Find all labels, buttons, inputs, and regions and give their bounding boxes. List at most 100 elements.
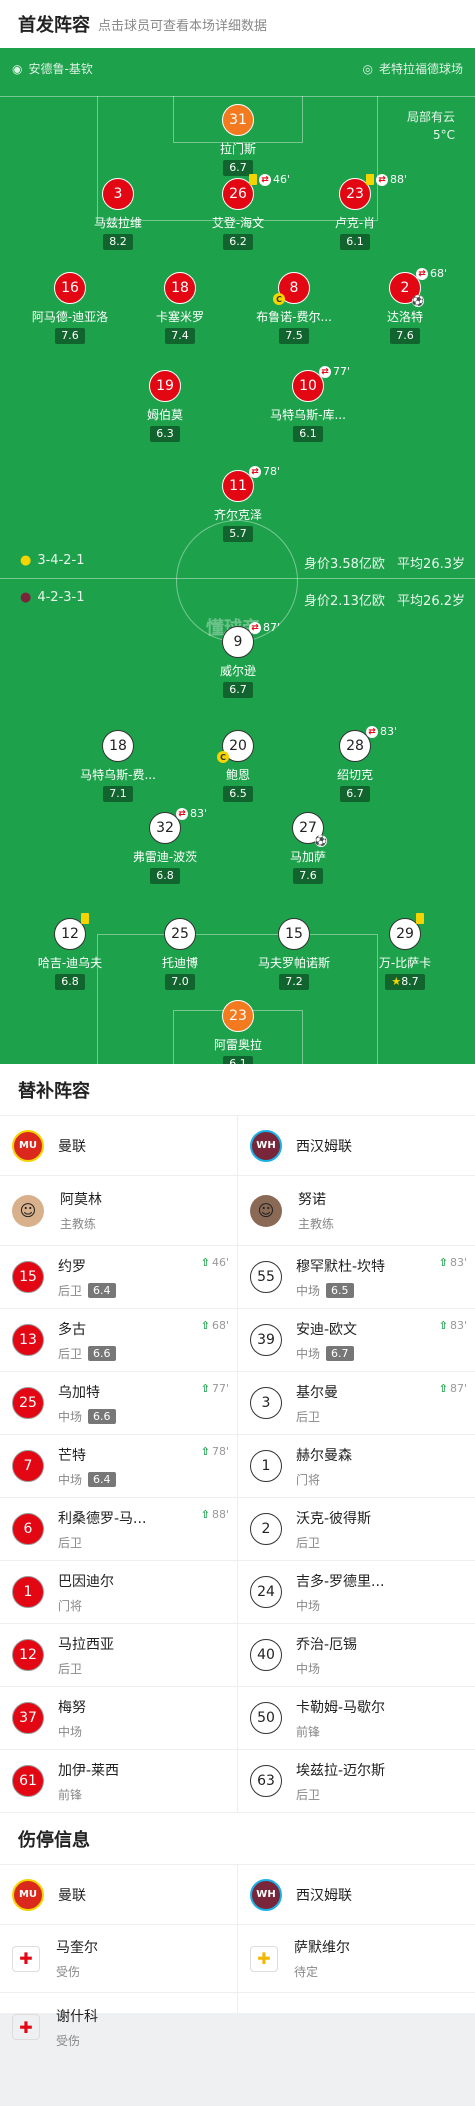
player-name: 阿马德-迪亚洛 (31, 310, 109, 324)
sub-player-row[interactable]: 40 乔治-厄锡 中场 (238, 1624, 475, 1687)
sub-player-row[interactable]: 6 利桑德罗-马... 后卫 ⇧ 88' (0, 1498, 237, 1561)
event-minute: 68' (430, 267, 448, 280)
player-name: 马夫罗帕诺斯 (257, 956, 330, 970)
player-number: 19 (149, 370, 181, 402)
player-name: 卢克-肖 (334, 216, 376, 230)
star-icon: ★ (391, 975, 402, 988)
player-name: 卡塞米罗 (155, 310, 204, 324)
away-team-row: WH 西汉姆联 (238, 1865, 475, 1925)
player-away-25[interactable]: 25 托迪博 7.0 (135, 918, 225, 990)
player-away-18[interactable]: 18 马特乌斯-费... 7.1 (73, 730, 163, 802)
sub-position: 中场 (296, 1346, 321, 1361)
player-home-11[interactable]: 11 ⇄ 78' 齐尔克泽 5.7 (193, 465, 283, 542)
player-home-31[interactable]: 31 拉门斯 6.7 (193, 104, 283, 176)
player-home-19[interactable]: 19 姆伯莫 6.3 (120, 370, 210, 442)
sub-name: 赫尔曼森 (296, 1447, 352, 1464)
sub-player-row[interactable]: 2 沃克-彼得斯 后卫 (238, 1498, 475, 1561)
coach-avatar: ☺ (12, 1194, 44, 1227)
player-number: 18 (102, 730, 134, 762)
player-home-10[interactable]: 10 ⇄ 77' 马特乌斯-库... 6.1 (263, 365, 353, 442)
sub-number: 1 (12, 1576, 44, 1608)
player-home-18[interactable]: 18 卡塞米罗 7.4 (135, 272, 225, 344)
sub-position: 后卫 (58, 1535, 83, 1550)
sub-rating: 6.5 (326, 1282, 354, 1298)
player-number: 10 (299, 378, 317, 394)
player-name: 马兹拉维 (93, 216, 142, 230)
sub-position: 中场 (296, 1661, 321, 1676)
sub-name: 安迪-欧文 (296, 1321, 358, 1338)
sub-player-row[interactable]: 50 卡勒姆-马歇尔 前锋 (238, 1687, 475, 1750)
player-rating: 7.5 (279, 328, 309, 344)
away-team-stats: 身价2.13亿欧 平均26.2岁 (304, 590, 465, 609)
sub-player-row[interactable]: 24 吉多-罗德里... 中场 (238, 1561, 475, 1624)
sub-player-row[interactable]: 61 加伊-莱西 前锋 (0, 1750, 237, 1813)
sub-player-row[interactable]: 12 马拉西亚 后卫 (0, 1624, 237, 1687)
stadium: ◎ 老特拉福德球场 (363, 60, 464, 77)
player-home-16[interactable]: 16 阿马德-迪亚洛 7.6 (25, 272, 115, 344)
sub-player-row[interactable]: 1 赫尔曼森 门将 (238, 1435, 475, 1498)
sub-player-row[interactable]: 39 安迪-欧文 中场 6.7 ⇧ 83' (238, 1309, 475, 1372)
away-team-name: 西汉姆联 (296, 1138, 352, 1155)
player-rating: 6.1 (293, 426, 323, 442)
player-home-2[interactable]: 2 ⚽ ⇄ 68' 达洛特 7.6 (360, 267, 450, 344)
medical-cross-icon: ✚ (12, 1945, 40, 1972)
sub-position: 后卫 (296, 1409, 321, 1424)
home-team-row: MU 曼联 (0, 1865, 237, 1925)
player-home-23[interactable]: 23 ⇄ 88' 卢克-肖 6.1 (310, 173, 407, 250)
captain-icon: C (273, 293, 285, 305)
sub-number: 3 (250, 1387, 282, 1419)
away-coach[interactable]: ☺ 努诺 主教练 (238, 1176, 475, 1246)
sub-position: 前锋 (58, 1787, 83, 1802)
sub-player-row[interactable]: 63 埃兹拉-迈尔斯 后卫 (238, 1750, 475, 1813)
sub-number: 2 (250, 1513, 282, 1545)
injury-row[interactable]: ✚ 谢什科 受伤 (0, 1993, 237, 2061)
player-away-32[interactable]: 32 ⇄ 83' 弗雷迪-波茨 6.8 (120, 807, 210, 884)
player-away-15[interactable]: 15 马夫罗帕诺斯 7.2 (249, 918, 339, 990)
sub-position: 后卫 (58, 1661, 83, 1676)
sub-name: 卡勒姆-马歇尔 (296, 1699, 386, 1716)
booking-event (81, 913, 89, 924)
sub-player-row[interactable]: 3 基尔曼 后卫 ⇧ 87' (238, 1372, 475, 1435)
player-away-29[interactable]: 29 万-比萨卡 ★8.7 (360, 913, 450, 990)
sub-player-row[interactable]: 37 梅努 中场 (0, 1687, 237, 1750)
player-rating: 6.8 (55, 974, 85, 990)
sub-on-indicator: ⇧ 87' (439, 1382, 467, 1395)
player-number: 20 (229, 738, 247, 754)
sub-player-row[interactable]: 15 约罗 后卫 6.4 ⇧ 46' (0, 1246, 237, 1309)
home-formation-label: 3-4-2-1 (37, 553, 85, 568)
player-rating: 6.3 (150, 426, 180, 442)
sub-on-indicator: ⇧ 77' (201, 1382, 229, 1395)
player-name: 阿雷奥拉 (213, 1038, 262, 1052)
west-ham-crest-icon: WH (250, 1129, 282, 1162)
sub-number: 25 (12, 1387, 44, 1419)
home-team-name: 曼联 (58, 1887, 86, 1904)
home-coach[interactable]: ☺ 阿莫林 主教练 (0, 1176, 237, 1246)
sub-name: 梅努 (58, 1699, 86, 1716)
yellow-card-icon (81, 913, 89, 924)
sub-on-icon: ⇧ (200, 1256, 210, 1269)
player-home-26[interactable]: 26 ⇄ 46' 艾登-海文 6.2 (193, 173, 290, 250)
sub-position: 后卫 (296, 1787, 321, 1802)
injury-row[interactable]: ✚ 萨默维尔 待定 (238, 1925, 475, 1993)
player-away-9[interactable]: 9 ⇄ 87' 威尔逊 6.7 (193, 621, 283, 698)
player-home-8[interactable]: 8C 布鲁诺-费尔... 7.5 (249, 272, 339, 344)
sub-player-row[interactable]: 55 穆罕默杜-坎特 中场 6.5 ⇧ 83' (238, 1246, 475, 1309)
player-away-23[interactable]: 23 阿雷奥拉 6.1 (193, 1000, 283, 1064)
sub-number: 37 (12, 1702, 44, 1734)
player-rating: 7.0 (165, 974, 195, 990)
player-away-12[interactable]: 12 哈吉-迪乌夫 6.8 (25, 913, 115, 990)
injury-row[interactable]: ✚ 马奎尔 受伤 (0, 1925, 237, 1993)
sub-player-row[interactable]: 13 多古 后卫 6.6 ⇧ 68' (0, 1309, 237, 1372)
player-home-3[interactable]: 3 马兹拉维 8.2 (73, 178, 163, 250)
player-away-27[interactable]: 27 ⚽ 马加萨 7.6 (263, 812, 353, 884)
event-minute: 78' (263, 465, 281, 478)
player-rating: 6.8 (150, 868, 180, 884)
coach-avatar: ☺ (250, 1194, 282, 1227)
sub-player-row[interactable]: 1 巴因迪尔 门将 (0, 1561, 237, 1624)
player-rating: 5.7 (223, 526, 253, 542)
sub-on-icon: ⇧ (200, 1445, 210, 1458)
player-away-20[interactable]: 20 C 鲍恩 6.5 (193, 730, 283, 802)
sub-player-row[interactable]: 25 乌加特 中场 6.6 ⇧ 77' (0, 1372, 237, 1435)
player-away-28[interactable]: 28 ⇄ 83' 绍切克 6.7 (310, 725, 400, 802)
sub-player-row[interactable]: 7 芒特 中场 6.4 ⇧ 78' (0, 1435, 237, 1498)
